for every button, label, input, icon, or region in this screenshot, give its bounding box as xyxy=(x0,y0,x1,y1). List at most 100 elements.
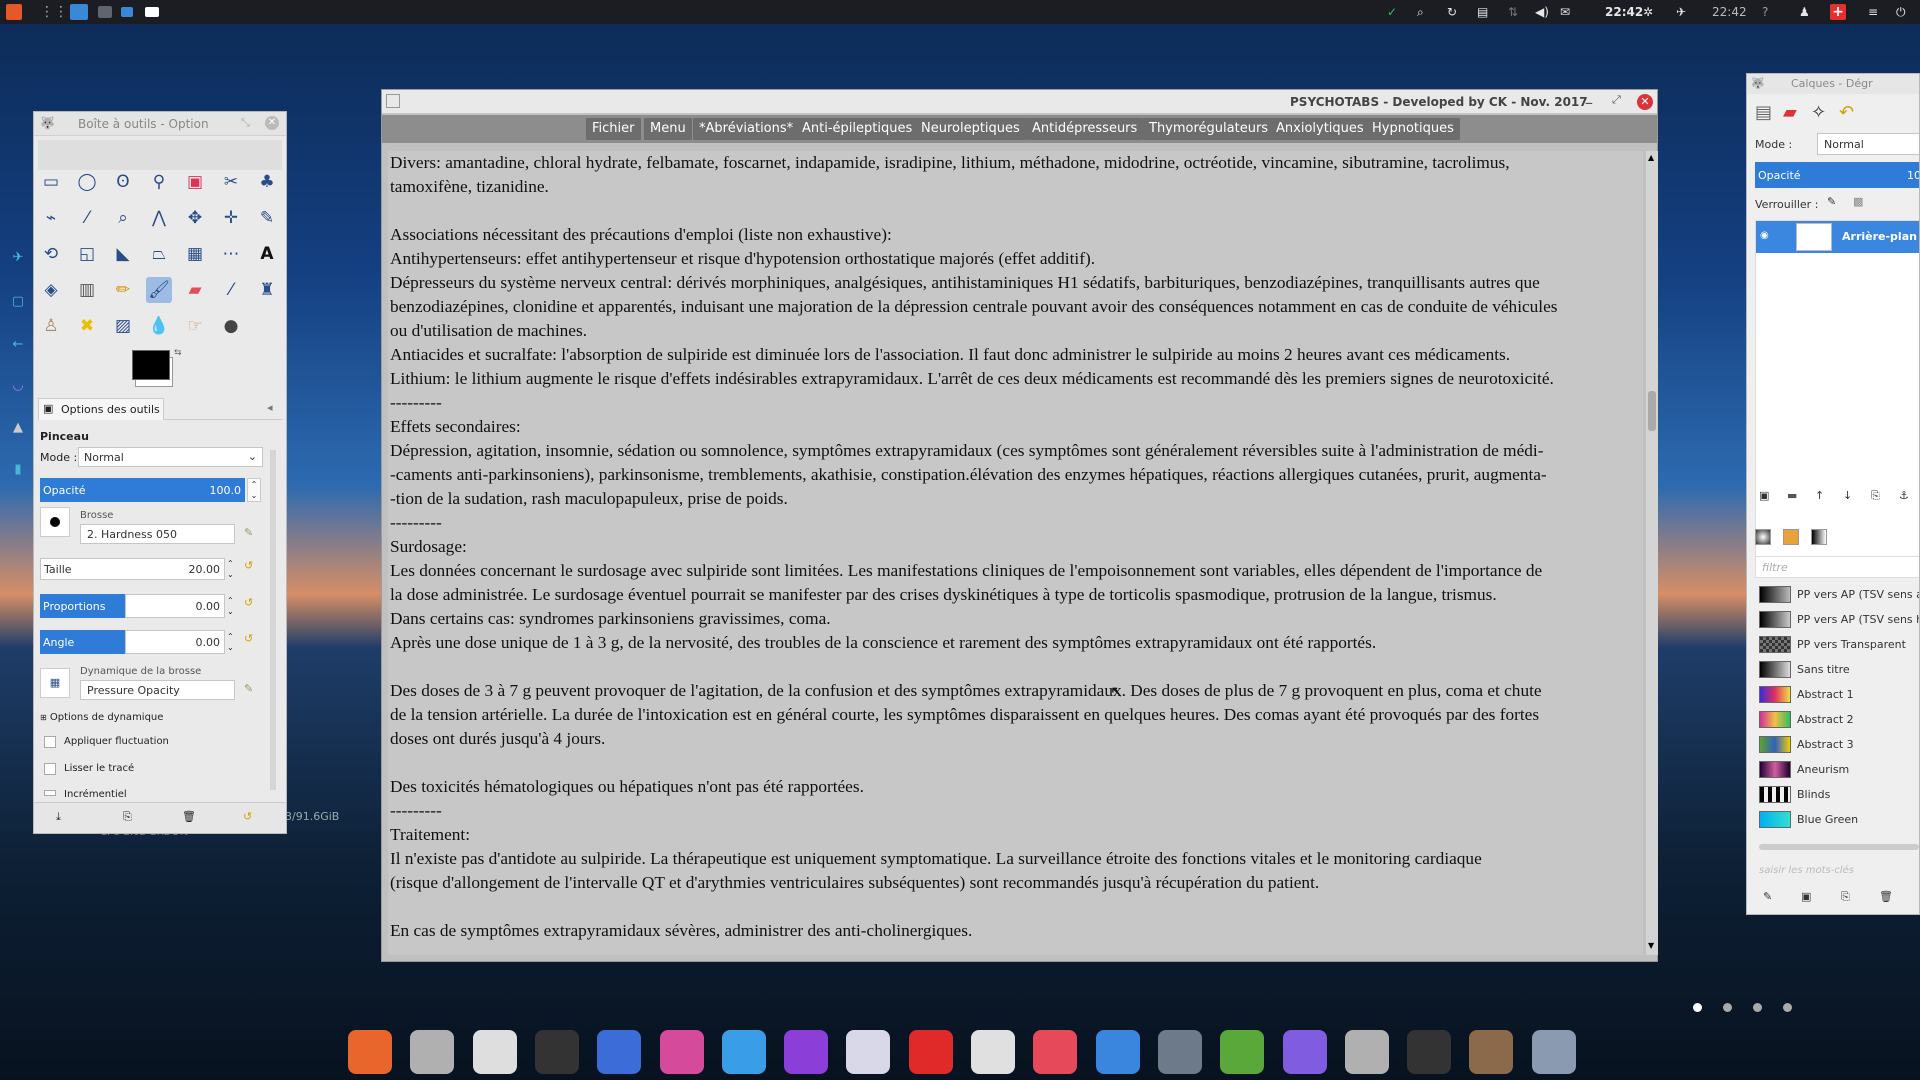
undo-tab-icon[interactable]: ↶ xyxy=(1839,102,1854,123)
warp-icon[interactable]: ⋯ xyxy=(218,241,244,267)
channels-tab-icon[interactable]: ▰ xyxy=(1783,102,1797,123)
patterns-tab-icon[interactable] xyxy=(1783,529,1799,545)
anchor-icon[interactable]: ⚓ xyxy=(1899,489,1909,502)
transform-icon[interactable]: ⟲ xyxy=(38,241,64,267)
gradient-item[interactable]: Aneurism xyxy=(1759,759,1919,781)
foreground-color-swatch[interactable] xyxy=(132,350,170,380)
files-icon[interactable] xyxy=(410,1030,455,1074)
color-select-icon[interactable]: ▣ xyxy=(182,169,208,195)
fuzzy-select-icon[interactable]: ⚲ xyxy=(146,169,172,195)
page-dot[interactable] xyxy=(1723,1003,1732,1012)
angle-spinner[interactable]: ⌃ ⌄ xyxy=(227,631,234,653)
toolbox-titlebar[interactable]: 🐺 Boîte à outils - Option ⤡ ✕ xyxy=(34,112,286,136)
smudge-icon[interactable]: ☞ xyxy=(182,313,208,339)
mask-icon[interactable]: ◡ xyxy=(10,378,26,393)
brushes-tab-icon[interactable] xyxy=(1755,529,1771,545)
menu-abreviations[interactable]: *Abréviations* xyxy=(693,118,800,140)
clock[interactable]: 22:42 xyxy=(1605,0,1643,24)
shear-icon[interactable]: ◣ xyxy=(110,241,136,267)
maximize-icon[interactable]: ⤢ xyxy=(1612,93,1621,107)
dynamics-icon[interactable]: ▦ xyxy=(40,668,70,698)
unified-transform-icon[interactable]: ▦ xyxy=(182,241,208,267)
ellipse-select-icon[interactable]: ◯ xyxy=(74,169,100,195)
workspace-2-icon[interactable] xyxy=(98,6,112,18)
history-icon[interactable]: ↻ xyxy=(1447,0,1457,24)
editor-icon[interactable] xyxy=(472,1030,517,1074)
clock-secondary[interactable]: 22:42 xyxy=(1712,0,1747,24)
dots-icon[interactable] xyxy=(1033,1030,1078,1074)
reset-angle-icon[interactable]: ↺ xyxy=(244,632,253,645)
menu-antidepresseurs[interactable]: Antidépresseurs xyxy=(1026,118,1144,140)
monitor-icon[interactable] xyxy=(1095,1030,1140,1074)
proportions-spinner[interactable]: ⌃ ⌄ xyxy=(227,595,234,617)
gradient-item[interactable]: PP vers Transparent xyxy=(1759,634,1919,656)
options-scrollbar[interactable] xyxy=(270,450,276,790)
menu-icon[interactable] xyxy=(6,4,22,20)
scroll-down-icon[interactable]: ▼ xyxy=(1648,941,1654,950)
pin-icon[interactable]: ⤡ xyxy=(241,116,250,130)
bucket-fill-icon[interactable]: ◈ xyxy=(38,277,64,303)
page-dot[interactable] xyxy=(1783,1003,1792,1012)
firefox-icon[interactable] xyxy=(348,1030,392,1074)
new-gradient-icon[interactable]: ▣ xyxy=(1801,890,1811,903)
measure-icon[interactable]: ⋀ xyxy=(146,205,172,231)
ink-icon[interactable]: ♜ xyxy=(254,277,280,303)
youtube-icon[interactable] xyxy=(908,1030,953,1074)
lock-icon[interactable]: ▲ xyxy=(10,420,26,435)
airplane-icon[interactable]: ✈ xyxy=(1676,0,1686,24)
raise-layer-icon[interactable]: ↑ xyxy=(1815,489,1824,502)
eraser-icon[interactable]: ▰ xyxy=(182,277,208,303)
gradient-item[interactable]: Blinds xyxy=(1759,784,1919,806)
menu-anti-epileptiques[interactable]: Anti-épileptiques xyxy=(796,118,919,140)
network-icon[interactable]: ⇅ xyxy=(1508,0,1518,24)
proportions-value[interactable]: 0.00 xyxy=(125,594,225,618)
page-dot[interactable] xyxy=(1753,1003,1762,1012)
save-icon[interactable]: ⤓ xyxy=(56,810,61,824)
edit-brush-icon[interactable]: ✎ xyxy=(244,526,253,539)
scale-icon[interactable]: ◱ xyxy=(74,241,100,267)
workspace-4-icon[interactable] xyxy=(145,7,159,17)
scrollbar-thumb[interactable] xyxy=(1648,391,1656,431)
delete-icon[interactable]: 🗑 xyxy=(182,810,196,823)
paths-tab-icon[interactable]: ✧ xyxy=(1811,102,1826,123)
volume-icon[interactable]: ◀) xyxy=(1535,0,1549,24)
edit-gradient-icon[interactable]: ✎ xyxy=(1763,890,1772,903)
apps-icon[interactable] xyxy=(659,1030,704,1074)
clone-icon[interactable]: ♙ xyxy=(38,313,64,339)
flag-icon[interactable]: + xyxy=(1830,4,1846,20)
angle-slider[interactable]: Angle xyxy=(40,630,125,654)
help-icon[interactable]: ? xyxy=(1762,0,1768,24)
scissors-icon[interactable]: ✂ xyxy=(218,169,244,195)
rect-select-icon[interactable]: ▭ xyxy=(38,169,64,195)
document-text-area[interactable]: Divers: amantadine, chloral hydrate, fel… xyxy=(388,151,1643,955)
gear-icon[interactable]: ✲ xyxy=(1643,0,1653,24)
screenshot-icon[interactable] xyxy=(1157,1030,1202,1074)
window-icon[interactable]: ▢ xyxy=(10,294,26,309)
search-icon[interactable]: ⌕ xyxy=(1417,0,1424,24)
foreground-select-icon[interactable]: ♣ xyxy=(254,169,280,195)
minimize-icon[interactable]: – xyxy=(1585,93,1593,112)
layers-tab-icon[interactable]: ▤ xyxy=(1755,102,1772,123)
menu-menu[interactable]: Menu xyxy=(644,118,692,140)
hamburger-icon[interactable]: ≡ xyxy=(1868,0,1878,24)
gradient-item[interactable]: Abstract 1 xyxy=(1759,684,1919,706)
reset-size-icon[interactable]: ↺ xyxy=(244,559,253,572)
mail-icon[interactable] xyxy=(846,1030,891,1074)
pencil-icon[interactable]: ✏ xyxy=(110,277,136,303)
lock-alpha-icon[interactable]: ▩ xyxy=(1853,195,1863,208)
tab-tool-options[interactable]: ▣ Options des outils xyxy=(38,398,164,420)
files2-icon[interactable] xyxy=(1344,1030,1389,1074)
smooth-stroke-checkbox[interactable] xyxy=(44,763,56,775)
opacity-slider[interactable]: Opacité 100.0 xyxy=(40,478,245,502)
edit-dynamics-icon[interactable]: ✎ xyxy=(244,682,253,695)
layers-mode-select[interactable]: Normal xyxy=(1817,133,1919,155)
user-icon[interactable]: ♟ xyxy=(1799,0,1810,24)
gradient-item[interactable]: PP vers AP (TSV sens anti- xyxy=(1759,584,1919,606)
color-picker-icon[interactable]: ⁄ xyxy=(74,205,100,231)
heal-icon[interactable]: ✖ xyxy=(74,313,100,339)
settings-icon[interactable] xyxy=(1531,1030,1576,1074)
installer-icon[interactable] xyxy=(971,1030,1015,1074)
delete-gradient-icon[interactable]: 🗑 xyxy=(1879,890,1893,903)
terminal2-icon[interactable] xyxy=(1407,1030,1452,1074)
apply-jitter-checkbox[interactable] xyxy=(44,736,56,748)
